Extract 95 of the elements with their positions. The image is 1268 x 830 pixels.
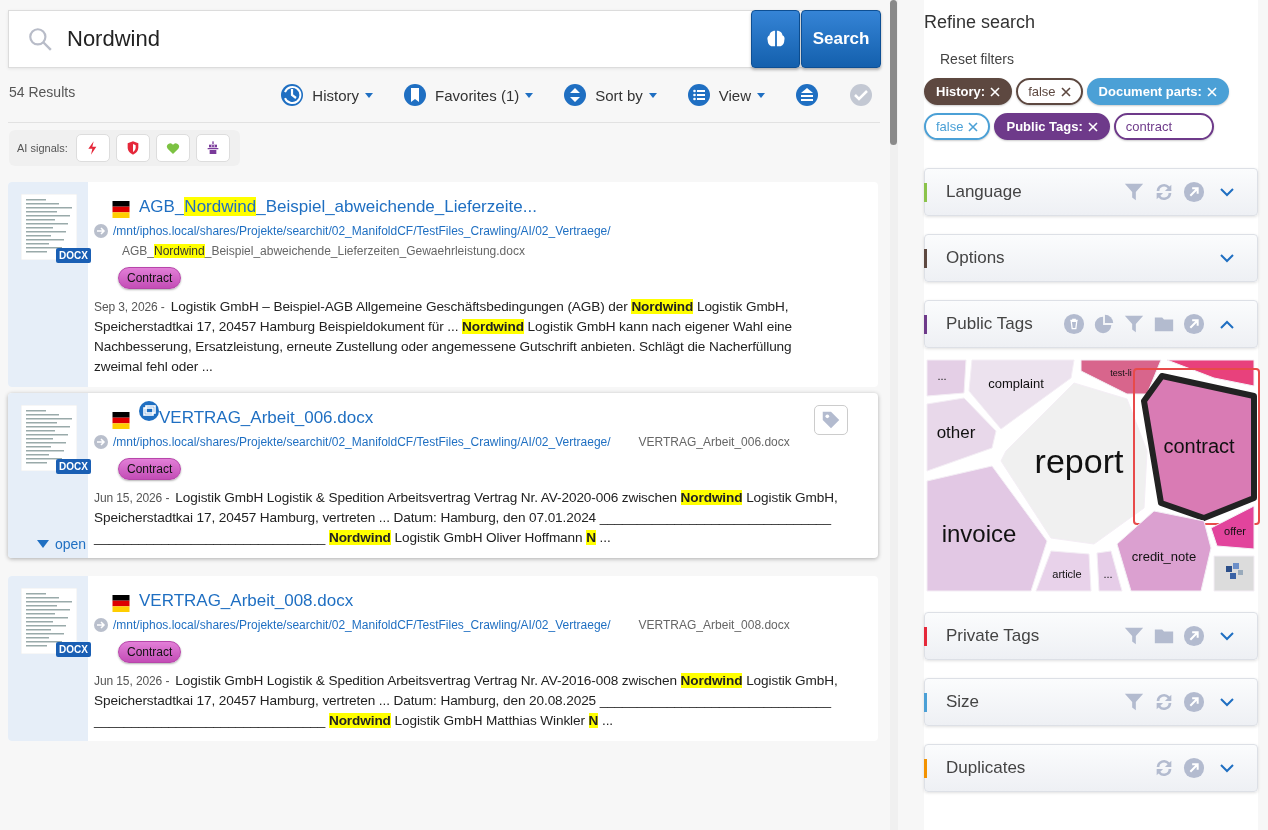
scrollbar-thumb[interactable] xyxy=(890,0,897,145)
panel-title: Refine search xyxy=(924,11,1037,33)
result-date: Sep 3, 2026 - xyxy=(94,299,165,316)
tag-cell[interactable]: article xyxy=(1035,550,1092,592)
tag-cell[interactable]: complaint xyxy=(968,359,1075,430)
facet-header[interactable]: Public Tags xyxy=(924,300,1258,348)
toolbar-menu[interactable]: View xyxy=(686,83,765,107)
tag-cell[interactable]: test-li xyxy=(1080,359,1162,395)
open-icon[interactable] xyxy=(1183,181,1205,203)
tag-cell[interactable]: offer xyxy=(1210,505,1255,550)
tag-cell[interactable]: credit_note xyxy=(1116,510,1212,592)
ai-signal-button[interactable] xyxy=(195,134,230,162)
heart-icon xyxy=(164,140,181,156)
facet-header[interactable]: Size xyxy=(924,678,1258,726)
chevron-down-icon[interactable] xyxy=(1219,187,1235,197)
ai-signal-button[interactable] xyxy=(75,134,110,162)
facet-header[interactable]: Private Tags xyxy=(924,612,1258,660)
open-icon[interactable] xyxy=(1183,757,1205,779)
facet-title: Size xyxy=(946,692,980,712)
arrow-circle-icon xyxy=(94,435,108,449)
sort-icon xyxy=(563,83,588,107)
tag-pill: Contract xyxy=(118,267,182,289)
search-button[interactable]: Search xyxy=(801,10,881,68)
chevron-down-icon[interactable] xyxy=(1219,253,1235,263)
open-icon[interactable] xyxy=(1183,691,1205,713)
result-date: Jun 15, 2026 - xyxy=(94,490,170,507)
caret-icon xyxy=(525,92,534,98)
facet-title: Language xyxy=(946,182,1022,202)
file-path-link[interactable]: /mnt/iphos.local/shares/Projekte/searchit/02_ManifoldCF/TestFiles_Crawling/AI/02_Vertraege/ xyxy=(113,432,611,452)
file-path-link[interactable]: /mnt/iphos.local/shares/Projekte/searchit/02_ManifoldCF/TestFiles_Crawling/AI/02_Vertraege/ xyxy=(113,615,611,635)
caret-icon xyxy=(365,92,374,98)
reset-filters-button[interactable]: Reset filters xyxy=(940,51,1014,67)
result-title[interactable]: VERTRAG_Arbeit_006.docx xyxy=(159,407,374,429)
facet-header[interactable]: Language xyxy=(924,168,1258,216)
filter-icon[interactable] xyxy=(1123,313,1145,335)
tag-cell[interactable] xyxy=(1166,359,1255,387)
file-path-link[interactable]: /mnt/iphos.local/shares/Projekte/searchit/02_ManifoldCF/TestFiles_Crawling/AI/02_Vertraege/ xyxy=(113,221,611,241)
facet-title: Duplicates xyxy=(946,758,1026,778)
filter-chip[interactable]: History: xyxy=(924,78,1013,105)
open-icon[interactable] xyxy=(1183,313,1205,335)
filter-icon[interactable] xyxy=(1123,625,1145,647)
tag-pill: Contract xyxy=(118,641,182,663)
open-icon[interactable] xyxy=(1183,625,1205,647)
results-count: 54 Results xyxy=(9,84,76,100)
tag-pill: Contract xyxy=(118,458,182,480)
file-type-badge: DOCX xyxy=(56,459,91,474)
caret-icon xyxy=(757,92,765,98)
file-name: VERTRAG_Arbeit_006.docx xyxy=(638,434,790,451)
history-icon xyxy=(280,83,305,107)
ai-search-button[interactable] xyxy=(751,10,800,68)
trash-icon[interactable] xyxy=(1063,313,1085,335)
search-icon xyxy=(27,26,53,52)
chevron-up-icon[interactable] xyxy=(1219,319,1235,329)
list-icon xyxy=(686,83,711,107)
result-date: Jun 15, 2026 - xyxy=(94,673,170,690)
tag-cell[interactable]: ... xyxy=(1096,550,1123,592)
facet-title: Public Tags xyxy=(946,314,1033,334)
filter-icon[interactable] xyxy=(1123,691,1145,713)
filter-chip[interactable]: Public Tags: xyxy=(994,113,1110,140)
facet-title: Options xyxy=(946,248,1005,268)
toolbar-menu[interactable]: Favorites (1) xyxy=(403,83,534,107)
ai-signals-label: AI signals: xyxy=(17,142,68,154)
facet-header[interactable]: Duplicates xyxy=(924,744,1258,792)
toolbar-menu[interactable]: History xyxy=(280,83,374,107)
arrow-circle-icon xyxy=(94,618,108,632)
chevron-down-icon[interactable] xyxy=(1219,763,1235,773)
result-title[interactable]: VERTRAG_Arbeit_008.docx xyxy=(139,590,354,612)
filter-chip[interactable]: false xyxy=(1016,78,1083,105)
file-name: VERTRAG_Arbeit_008.docx xyxy=(638,617,790,634)
file-type-badge: DOCX xyxy=(56,642,91,657)
logo-tile[interactable] xyxy=(1213,555,1255,592)
bookmark-icon xyxy=(403,83,428,107)
facet-title: Private Tags xyxy=(946,626,1040,646)
caret-icon xyxy=(648,92,657,98)
collapse-icon[interactable] xyxy=(795,83,819,107)
ai-signal-button[interactable] xyxy=(115,134,150,162)
chevron-down-icon[interactable] xyxy=(1219,697,1235,707)
caret-icon xyxy=(37,540,49,548)
tag-cell[interactable]: other xyxy=(926,397,997,472)
arrow-circle-icon xyxy=(94,224,108,238)
filter-chip[interactable]: contract xyxy=(1113,113,1215,140)
search-field[interactable]: Nordwind Search xyxy=(8,10,880,68)
facet-header[interactable]: Options xyxy=(924,234,1258,282)
tag-cell[interactable]: ... xyxy=(926,359,967,397)
tag-button[interactable] xyxy=(814,405,848,435)
open-toggle[interactable]: open xyxy=(37,536,87,552)
filter-icon[interactable] xyxy=(1123,181,1145,203)
pie-chart-icon[interactable] xyxy=(1093,313,1115,335)
close-icon[interactable] xyxy=(1060,86,1071,97)
tag-icon xyxy=(820,409,842,431)
toolbar-menu[interactable]: Sort by xyxy=(563,83,657,107)
file-type-badge: DOCX xyxy=(56,248,91,263)
chevron-down-icon[interactable] xyxy=(1219,631,1235,641)
tag-cell[interactable]: contract xyxy=(1141,373,1257,521)
preview-window-icon[interactable] xyxy=(139,401,159,421)
